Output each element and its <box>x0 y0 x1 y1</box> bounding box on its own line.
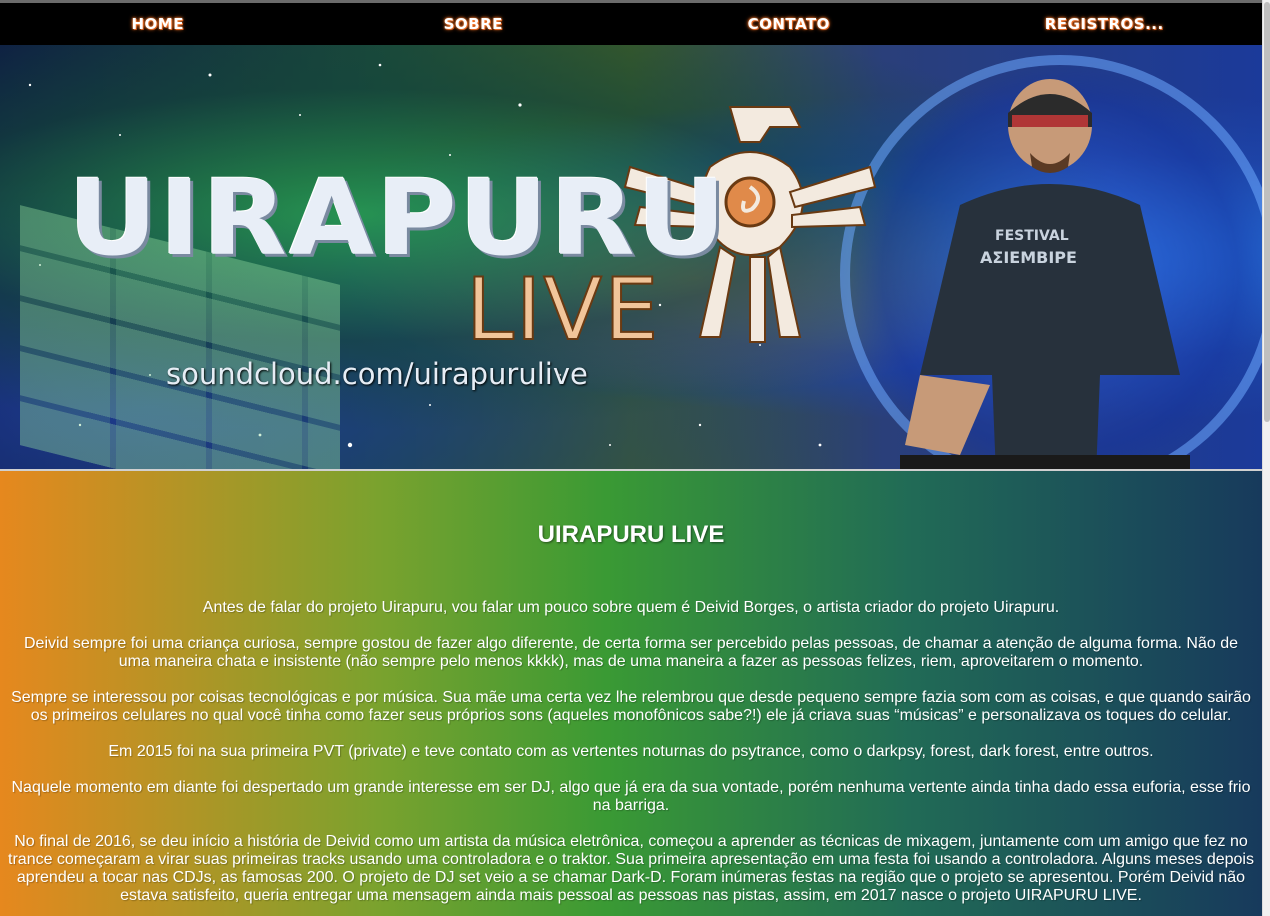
main-content: UIRAPURU LIVE Antes de falar do projeto … <box>0 471 1262 916</box>
banner-subtitle: LIVE <box>465 260 661 360</box>
nav-sobre-link[interactable]: SOBRE <box>316 15 632 33</box>
banner-soundcloud-url: soundcloud.com/uirapurulive <box>166 357 588 391</box>
header-banner: FESTIVAL AΣIEMBIPE UIRAPURU LIVE soundcl… <box>0 45 1262 471</box>
paragraph-technology: Sempre se interessou por coisas tecnológ… <box>11 689 1251 724</box>
paragraph-intro: Antes de falar do projeto Uirapuru, vou … <box>202 599 1060 616</box>
svg-text:AΣIEMBIPE: AΣIEMBIPE <box>980 248 1077 267</box>
paragraph-2016: No final de 2016, se deu início a histór… <box>8 833 1254 904</box>
paragraph-dj-interest: Naquele momento em diante foi despertado… <box>11 779 1251 814</box>
paragraph-childhood: Deivid sempre foi uma criança curiosa, s… <box>24 635 1238 670</box>
vertical-scrollbar[interactable] <box>1262 0 1270 916</box>
main-nav: HOME SOBRE CONTATO REGISTROS... <box>0 3 1262 45</box>
nav-home-link[interactable]: HOME <box>0 15 316 33</box>
page: HOME SOBRE CONTATO REGISTROS... FESTIVAL… <box>0 0 1262 916</box>
paragraph-2015: Em 2015 foi na sua primeira PVT (private… <box>108 743 1154 760</box>
svg-text:FESTIVAL: FESTIVAL <box>995 228 1069 244</box>
nav-contato-link[interactable]: CONTATO <box>631 15 947 33</box>
banner-title: UIRAPURU <box>68 157 729 279</box>
nav-registros-link[interactable]: REGISTROS... <box>947 15 1263 33</box>
scrollbar-thumb[interactable] <box>1264 2 1270 422</box>
dj-photo: FESTIVAL AΣIEMBIPE <box>900 79 1190 469</box>
page-title: UIRAPURU LIVE <box>537 521 725 548</box>
